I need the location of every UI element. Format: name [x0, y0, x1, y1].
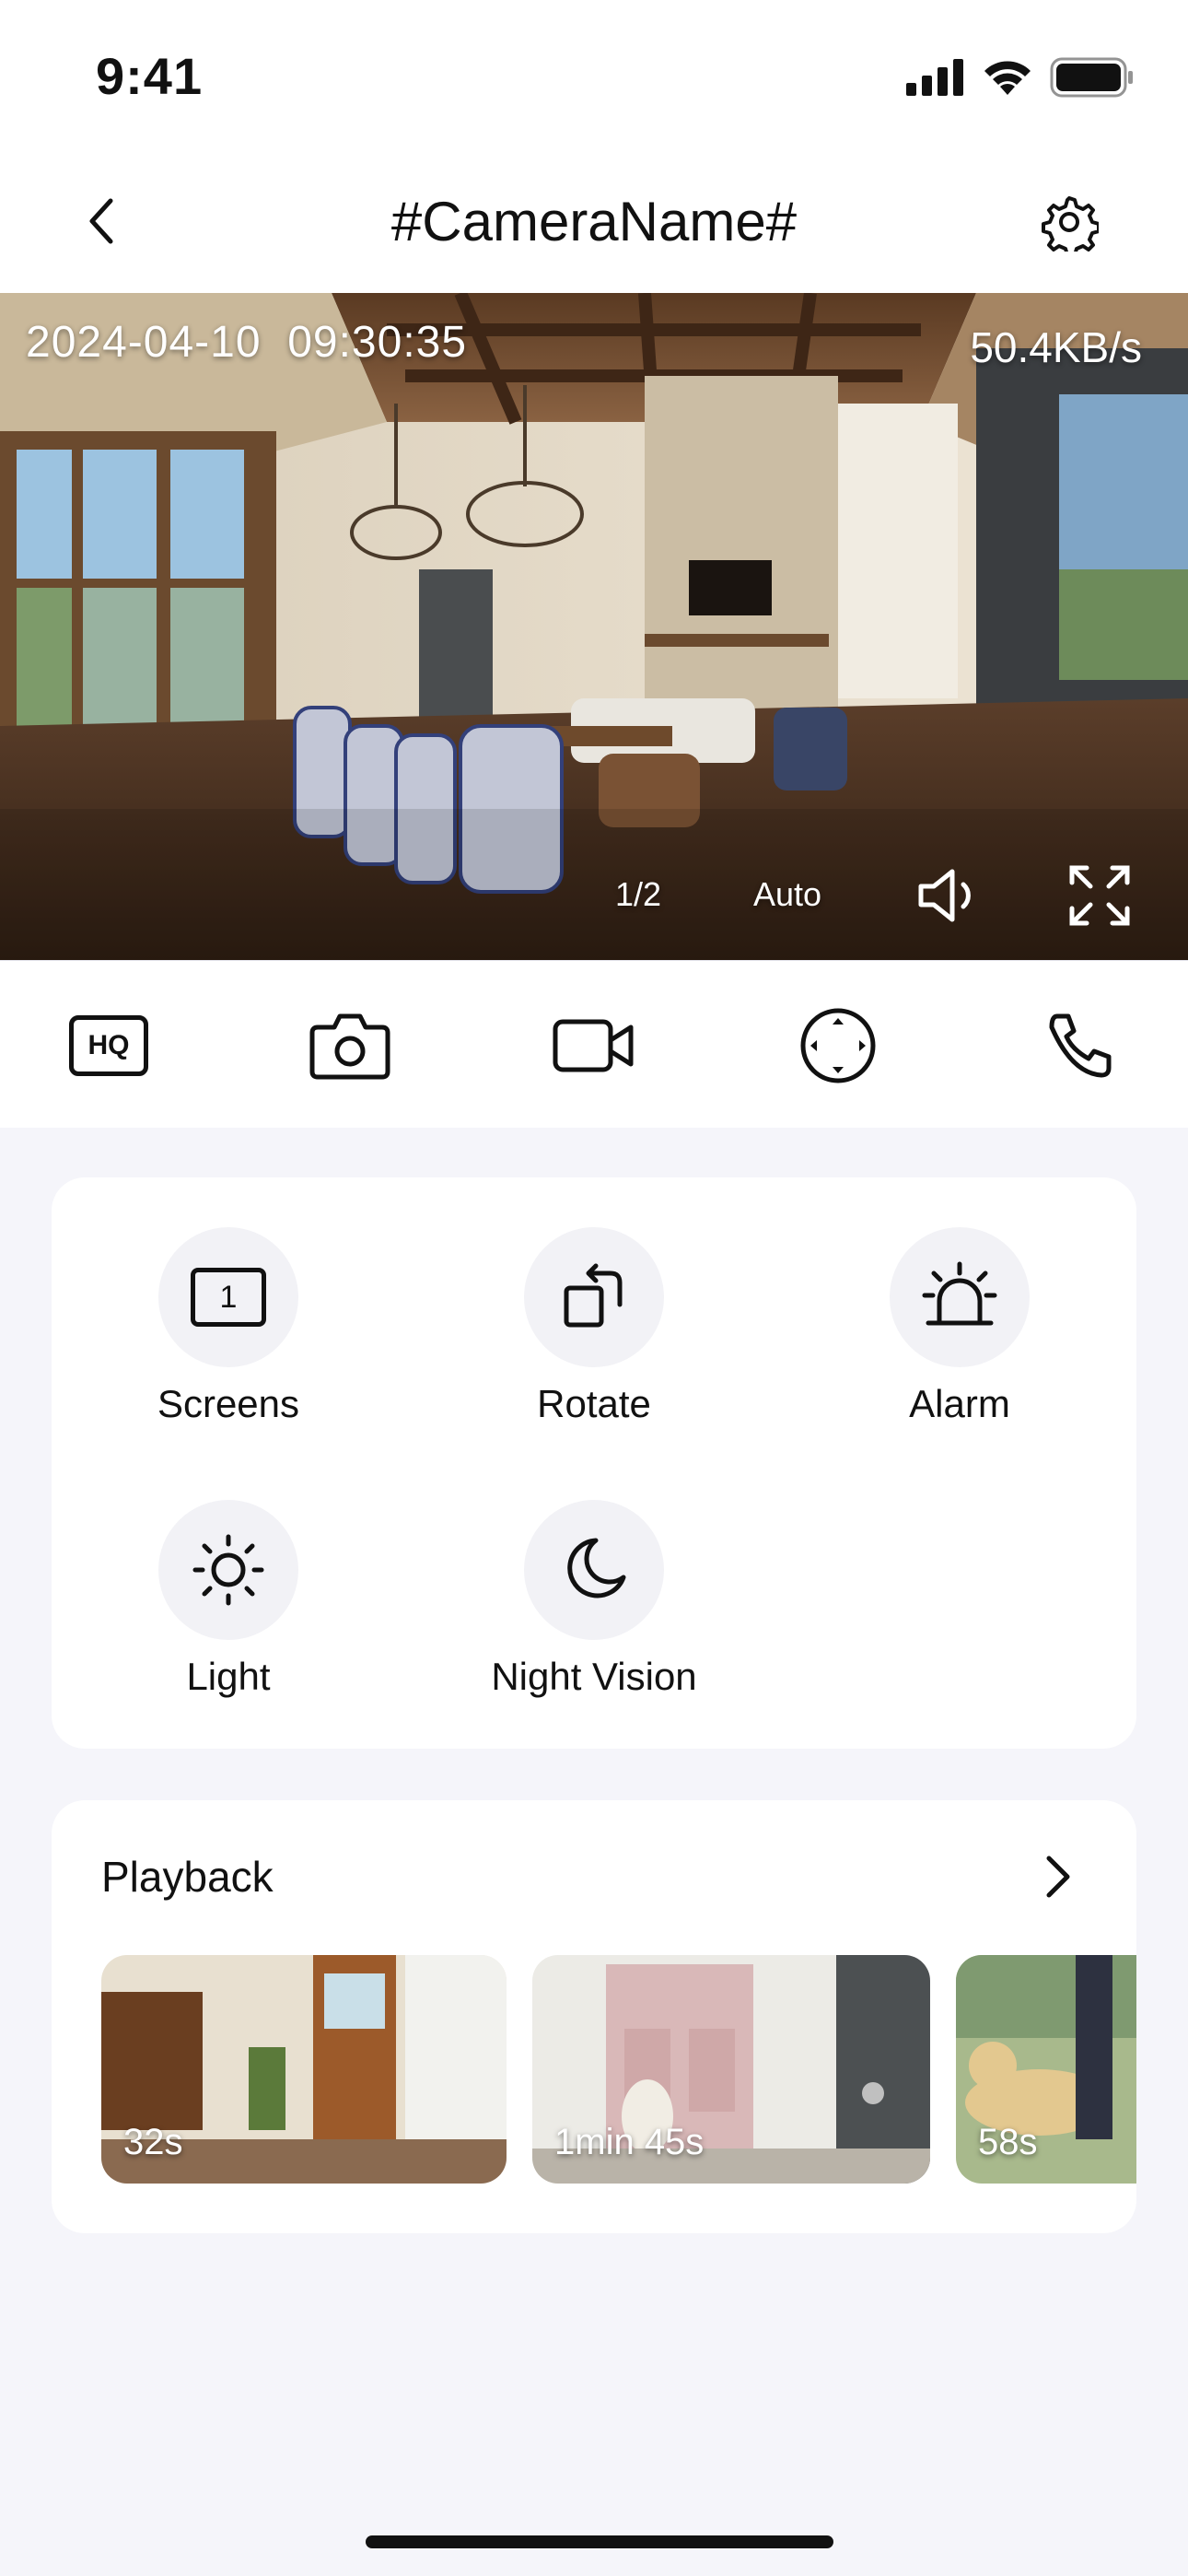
quality-selector[interactable]: Auto — [753, 875, 821, 914]
battery-icon — [1050, 57, 1133, 98]
alarm-label: Alarm — [909, 1382, 1010, 1425]
clip-duration: 1min 45s — [554, 2122, 705, 2162]
status-time: 9:41 — [96, 47, 204, 105]
screens-button[interactable]: 1 Screens — [90, 1227, 367, 1426]
rotate-circle — [524, 1227, 664, 1367]
screens-label: Screens — [157, 1382, 300, 1425]
settings-button[interactable] — [1035, 188, 1103, 256]
screens-icon: 1 — [191, 1268, 266, 1327]
playback-clip[interactable]: 1min 45s — [532, 1955, 930, 2184]
wifi-icon — [984, 61, 1031, 95]
record-button[interactable] — [550, 1001, 638, 1090]
rotate-button[interactable]: Rotate — [456, 1227, 732, 1426]
nav-bar: #CameraName# — [0, 157, 1188, 293]
playback-title: Playback — [101, 1853, 274, 1901]
playback-card: Playback 32s 1min 45s 58s — [52, 1800, 1136, 2233]
playback-clip-list: 32s 1min 45s 58s — [101, 1955, 1136, 2184]
playback-clip[interactable]: 32s — [101, 1955, 507, 2184]
sun-icon — [192, 1534, 264, 1606]
control-toolbar: HQ — [0, 960, 1188, 1128]
gear-icon — [1042, 196, 1099, 252]
fullscreen-icon — [1069, 865, 1130, 926]
light-circle — [158, 1500, 298, 1640]
clip-duration: 32s — [123, 2122, 183, 2162]
camera-name-title: #CameraName# — [390, 191, 798, 252]
clip-duration: 58s — [978, 2122, 1038, 2162]
playback-clip[interactable]: 58s — [956, 1955, 1136, 2184]
alarm-button[interactable]: Alarm — [821, 1227, 1098, 1426]
call-button[interactable] — [1035, 1001, 1124, 1090]
night-vision-button[interactable]: Night Vision — [456, 1500, 732, 1699]
alarm-circle — [890, 1227, 1030, 1367]
phone-call-icon — [1049, 1013, 1112, 1078]
video-timestamp: 2024-04-10 09:30:35 — [26, 318, 468, 367]
volume-button[interactable] — [912, 861, 982, 931]
alarm-icon — [922, 1261, 997, 1326]
live-video[interactable]: 2024-04-10 09:30:35 50.4KB/s 1/2 Auto — [0, 293, 1188, 960]
chevron-right-icon — [1046, 1856, 1070, 1898]
cellular-signal-icon — [906, 59, 963, 96]
night-vision-circle — [524, 1500, 664, 1640]
status-bar: 9:41 — [0, 0, 1188, 157]
hq-icon: HQ — [69, 1015, 148, 1076]
snapshot-button[interactable] — [306, 1001, 394, 1090]
camera-icon — [309, 1013, 390, 1080]
playback-more-button[interactable] — [1035, 1854, 1081, 1900]
hq-button[interactable]: HQ — [64, 1001, 153, 1090]
fullscreen-button[interactable] — [1066, 862, 1133, 929]
ptz-control-button[interactable] — [794, 1001, 882, 1090]
screen-page-indicator[interactable]: 1/2 — [615, 875, 661, 914]
live-video-frame — [0, 293, 1188, 960]
ptz-direction-icon — [800, 1008, 876, 1083]
rotate-icon — [564, 1263, 623, 1328]
night-vision-label: Night Vision — [491, 1655, 697, 1698]
video-record-icon — [553, 1019, 634, 1072]
video-bitrate: 50.4KB/s — [970, 323, 1142, 371]
screens-count: 1 — [219, 1279, 238, 1315]
light-label: Light — [186, 1655, 271, 1698]
screens-circle: 1 — [158, 1227, 298, 1367]
feature-card: 1 Screens Rotate Alarm Light Night Visio… — [52, 1177, 1136, 1749]
status-icons — [906, 57, 1135, 98]
moon-icon — [567, 1538, 626, 1598]
light-button[interactable]: Light — [90, 1500, 367, 1699]
home-indicator — [366, 2535, 833, 2548]
hq-label: HQ — [87, 1030, 130, 1060]
rotate-label: Rotate — [537, 1382, 651, 1425]
speaker-icon — [918, 869, 971, 922]
